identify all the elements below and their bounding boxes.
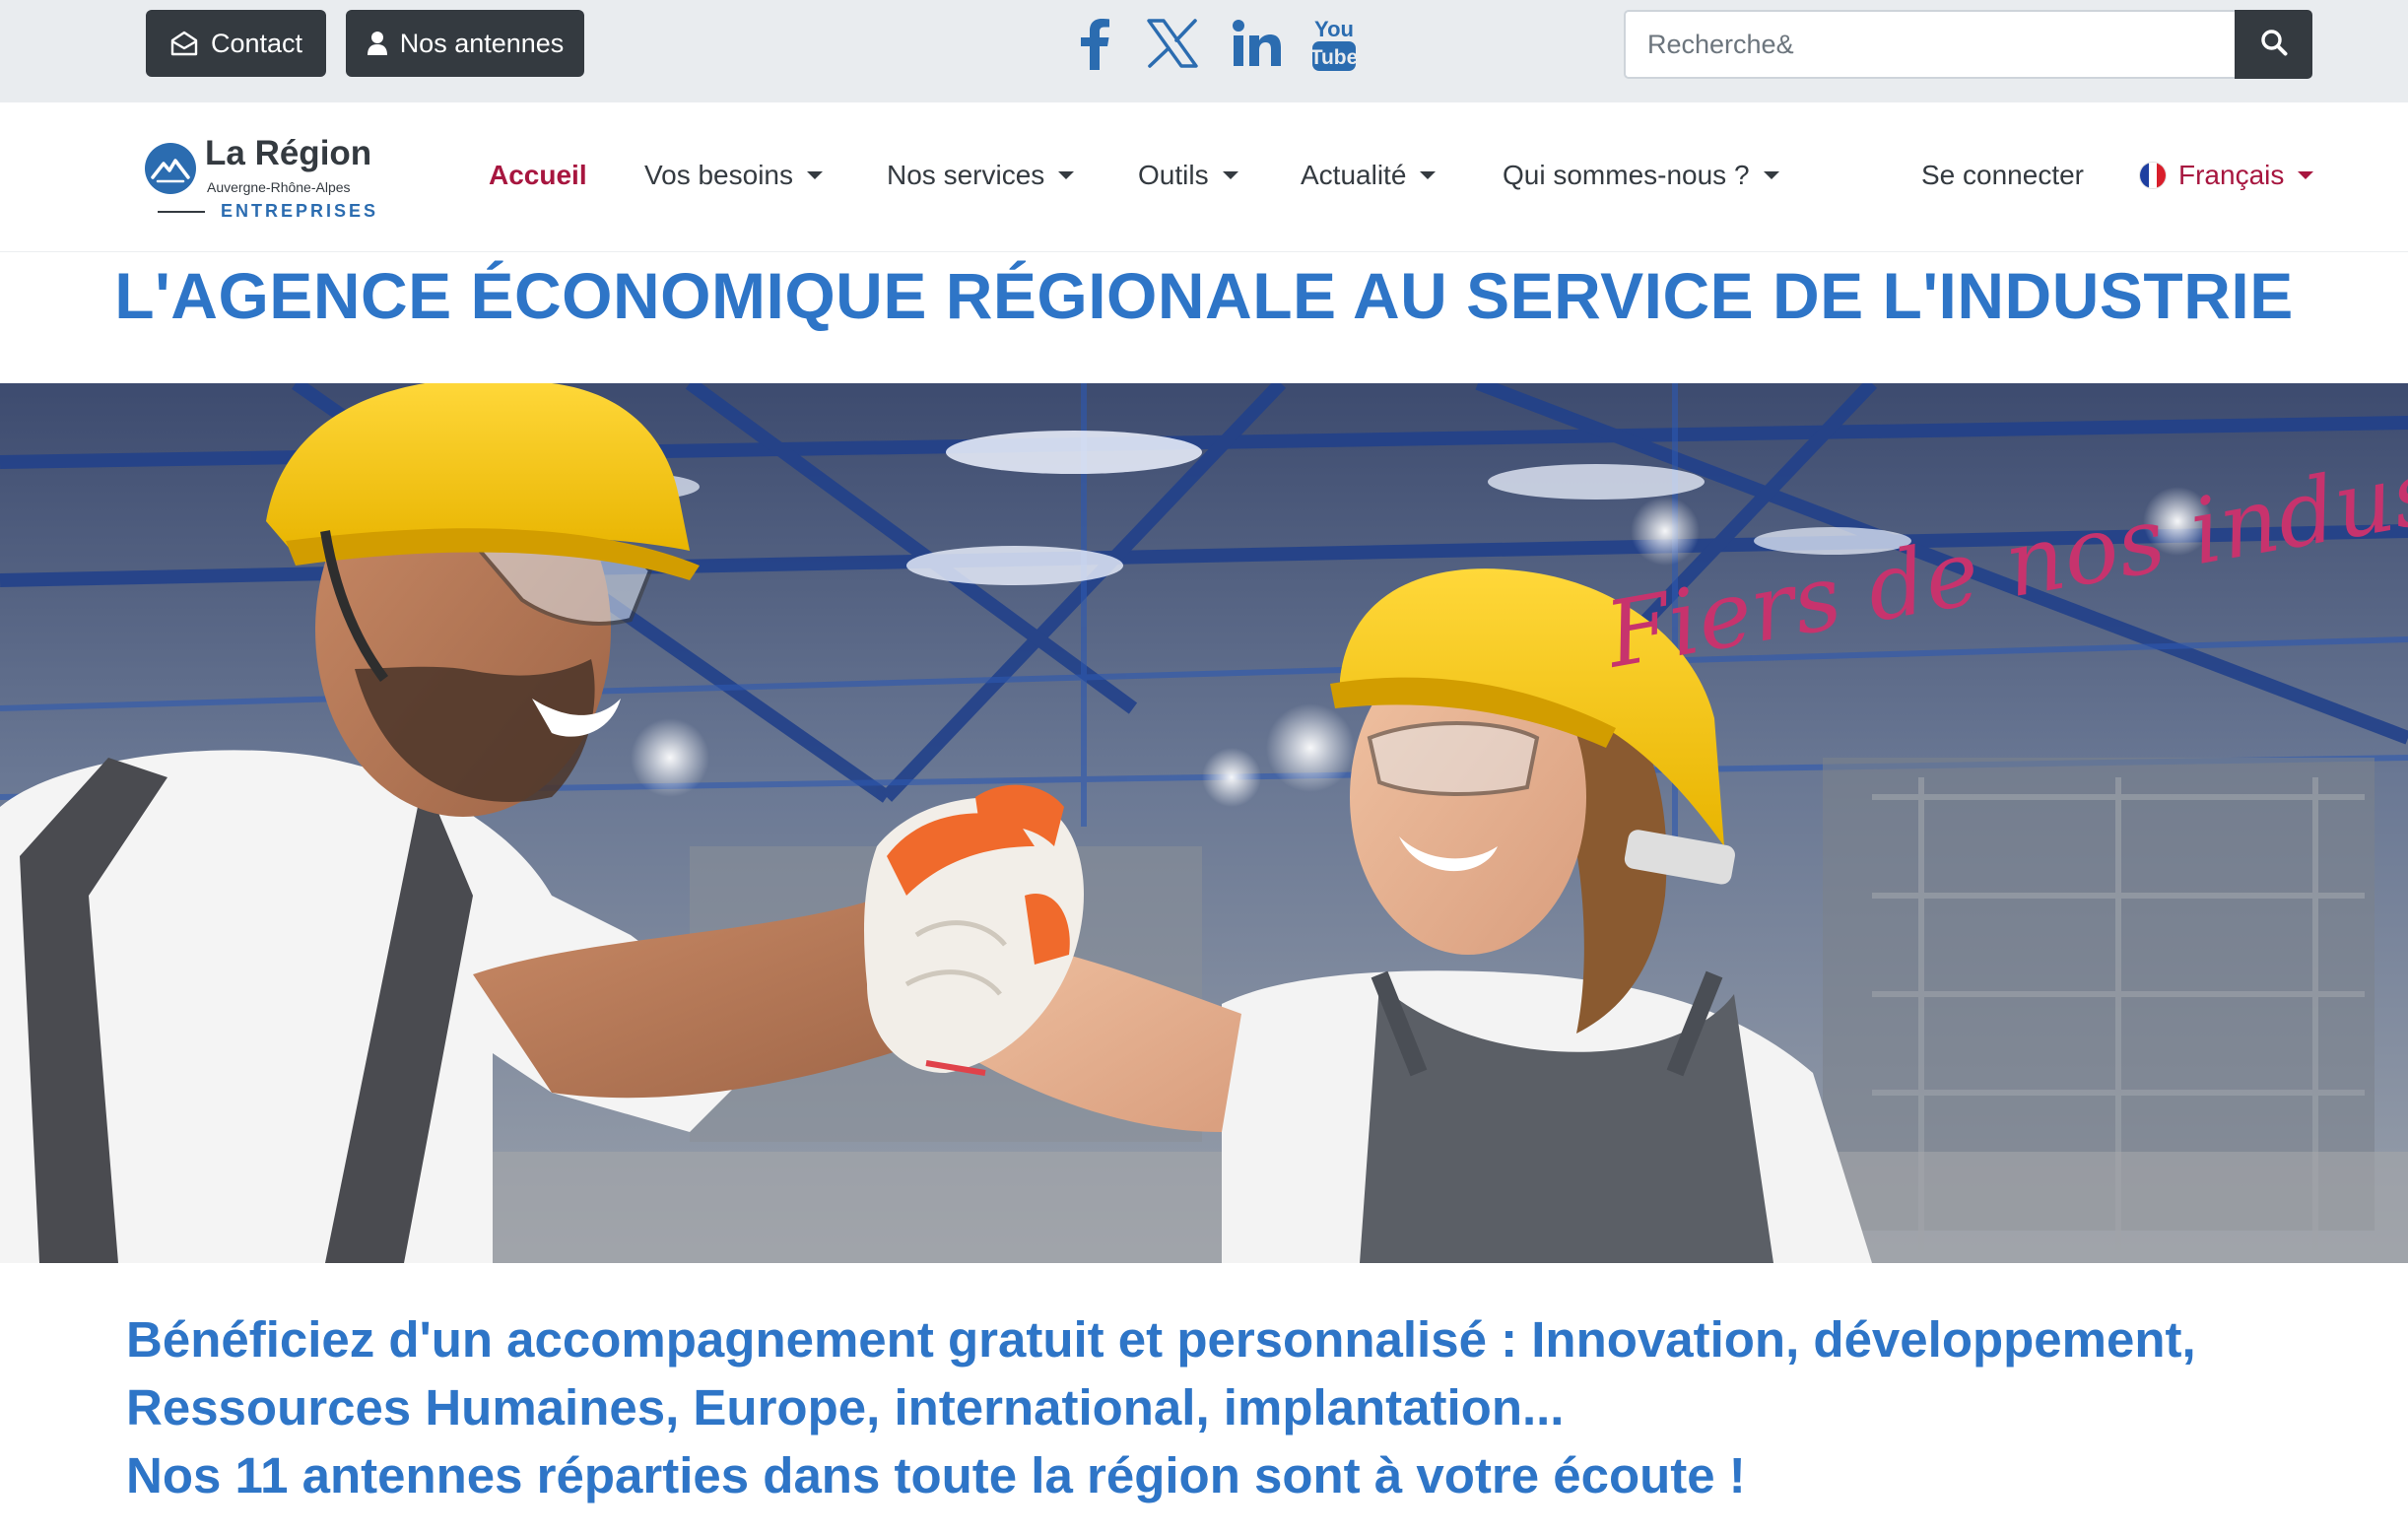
nav-item-label: Qui sommes-nous ? (1503, 160, 1750, 190)
page-headline: L'AGENCE ÉCONOMIQUE RÉGIONALE AU SERVICE… (114, 259, 2294, 332)
nos-antennes-button[interactable]: Nos antennes (346, 10, 584, 77)
region-logo-emblem (144, 142, 197, 195)
intro-text: Bénéficiez d'un accompagnement gratuit e… (126, 1305, 2392, 1509)
caret-down-icon (1420, 171, 1437, 179)
search-icon (2260, 29, 2288, 61)
intro-line-3: Nos 11 antennes réparties dans toute la … (126, 1447, 1746, 1503)
search-bar (1624, 10, 2312, 79)
search-button[interactable] (2235, 10, 2312, 79)
nav-item-actualite[interactable]: Actualité (1301, 160, 1437, 191)
nav-item-label: Outils (1138, 160, 1209, 190)
login-label: Se connecter (1921, 160, 2084, 190)
envelope-icon (169, 31, 199, 56)
nav-item-accueil[interactable]: Accueil (489, 160, 587, 191)
hero-photo-workers-handshake: Fiers de nos industries (0, 383, 2408, 1263)
nav-item-vos-besoins[interactable]: Vos besoins (644, 160, 823, 191)
logo-title: La Région (205, 134, 372, 172)
nos-antennes-label: Nos antennes (399, 28, 565, 58)
nav-item-label: Actualité (1301, 160, 1407, 190)
x-icon[interactable] (1142, 8, 1203, 79)
caret-down-icon (1222, 171, 1238, 179)
linkedin-icon[interactable] (1227, 8, 1288, 79)
language-label: Français (2178, 160, 2285, 190)
nav-item-label: Nos services (887, 160, 1045, 190)
contact-button[interactable]: Contact (146, 10, 326, 77)
intro-line-1: Bénéficiez d'un accompagnement gratuit e… (126, 1311, 2196, 1368)
caret-down-icon (1058, 171, 1075, 179)
logo-subtitle: Auvergne-Rhône-Alpes (207, 179, 351, 195)
hero-banner: Fiers de nos industries (0, 383, 2408, 1263)
top-utility-bar: Contact Nos antennes You Tube Recherche& (0, 0, 2408, 102)
nav-item-outils[interactable]: Outils (1138, 160, 1238, 191)
caret-down-icon (2298, 171, 2314, 179)
site-logo[interactable]: La Région Auvergne-Rhône-Alpes ENTREPRIS… (144, 132, 380, 223)
svg-text:Tube: Tube (1310, 46, 1358, 69)
svg-text:You: You (1314, 17, 1354, 41)
facebook-icon[interactable] (1069, 8, 1120, 79)
intro-line-2: Ressources Humaines, Europe, internation… (126, 1379, 1565, 1435)
caret-down-icon (807, 171, 823, 179)
language-selector[interactable]: Français (2139, 160, 2314, 191)
caret-down-icon (1763, 171, 1779, 179)
nav-item-nos-services[interactable]: Nos services (887, 160, 1075, 191)
user-icon (367, 31, 388, 56)
contact-label: Contact (210, 28, 303, 58)
search-input[interactable] (1624, 10, 2235, 79)
login-link[interactable]: Se connecter (1921, 160, 2084, 191)
logo-tagline: ENTREPRISES (221, 201, 379, 221)
nav-item-qui-sommes-nous[interactable]: Qui sommes-nous ? (1503, 160, 1779, 191)
main-navbar: La Région Auvergne-Rhône-Alpes ENTREPRIS… (0, 102, 2408, 252)
youtube-icon[interactable]: You Tube (1304, 8, 1365, 79)
nav-item-label: Accueil (489, 160, 587, 190)
french-flag-icon (2139, 162, 2167, 189)
logo-divider (158, 211, 205, 213)
nav-item-label: Vos besoins (644, 160, 793, 190)
social-links: You Tube (1069, 8, 1365, 79)
